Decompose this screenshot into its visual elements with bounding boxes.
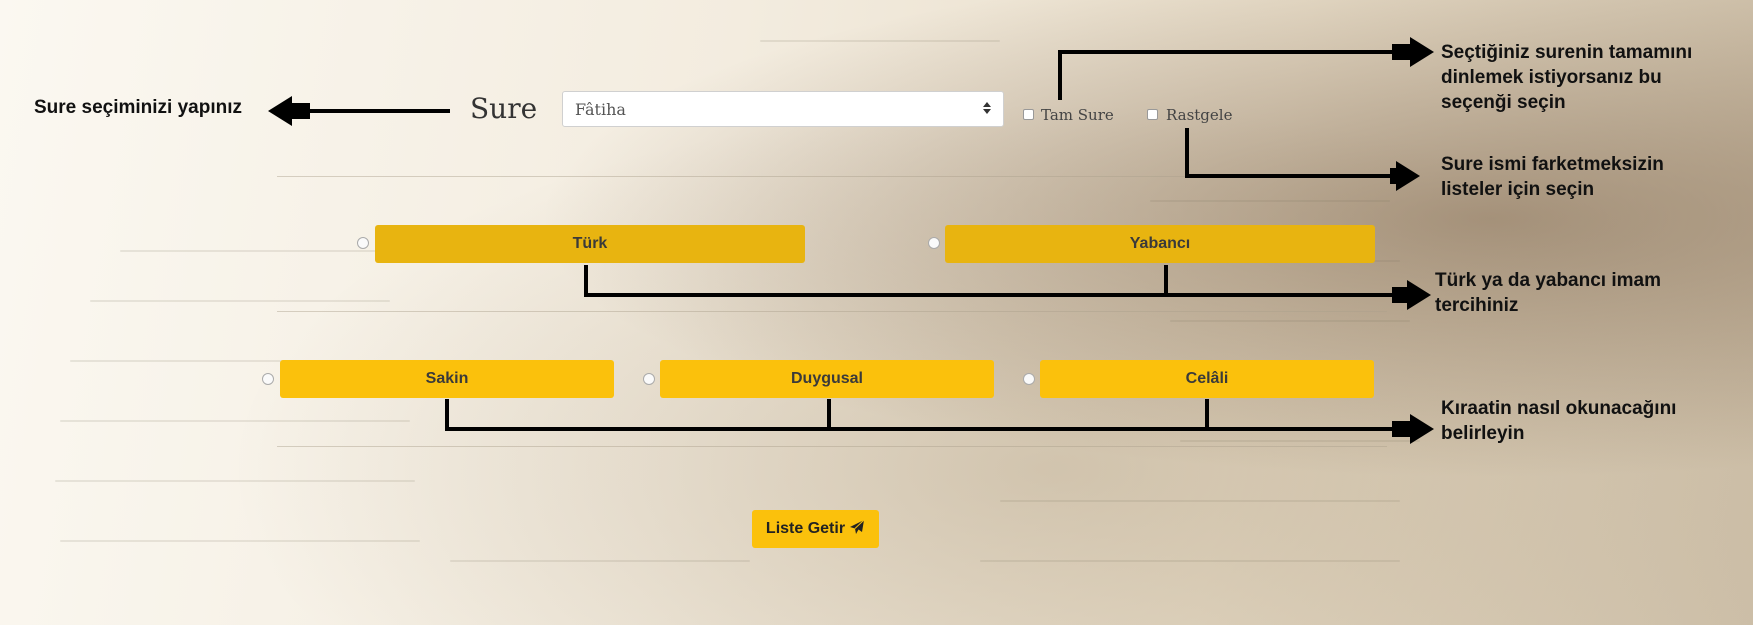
annotation-arrows [268, 37, 1434, 444]
